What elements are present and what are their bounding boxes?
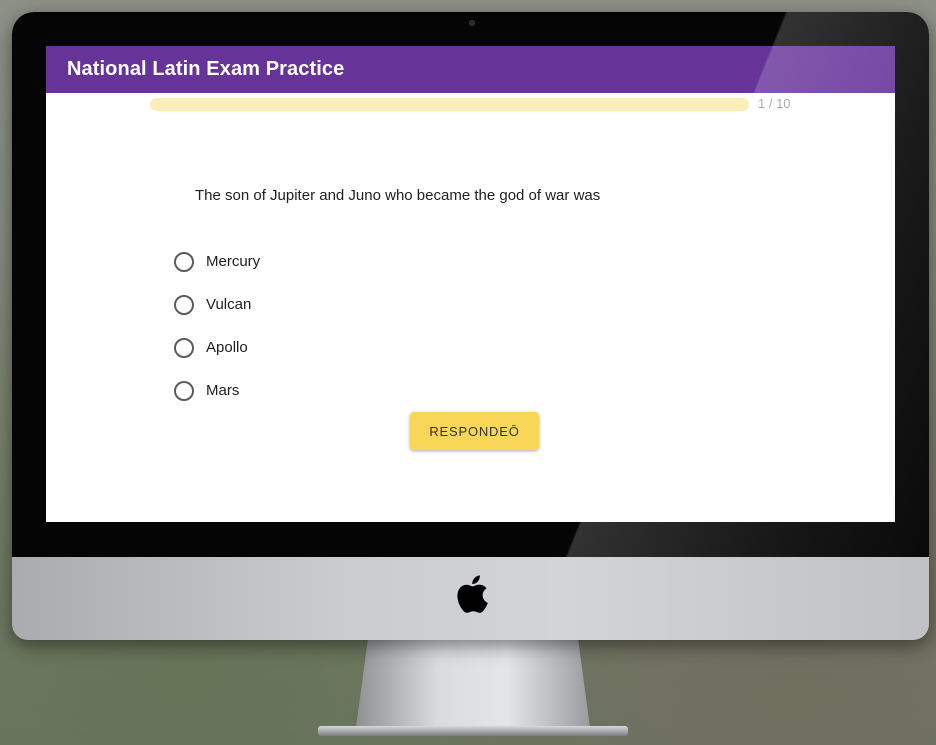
app-title: National Latin Exam Practice — [67, 58, 345, 80]
option-label: Mercury — [206, 253, 261, 270]
radio-icon[interactable] — [174, 251, 194, 272]
submit-answer-button[interactable]: RESPONDEŌ — [410, 412, 539, 450]
option-label: Vulcan — [206, 296, 252, 313]
app-screen: National Latin Exam Practice 1 / 10 The … — [46, 46, 895, 522]
option-vulcan[interactable]: Vulcan — [174, 283, 260, 326]
option-label: Mars — [206, 382, 240, 399]
option-apollo[interactable]: Apollo — [174, 326, 260, 369]
monitor-bezel: National Latin Exam Practice 1 / 10 The … — [12, 12, 929, 557]
progress-bar — [150, 98, 749, 111]
radio-icon[interactable] — [174, 337, 194, 358]
camera-icon — [469, 20, 475, 26]
option-label: Apollo — [206, 339, 248, 356]
progress-counter: 1 / 10 — [758, 96, 791, 111]
monitor: National Latin Exam Practice 1 / 10 The … — [12, 12, 929, 640]
question-text: The son of Jupiter and Juno who became t… — [195, 187, 601, 204]
radio-icon[interactable] — [174, 380, 194, 401]
answer-options: Mercury Vulcan Apollo Mars — [174, 240, 260, 412]
radio-icon[interactable] — [174, 294, 194, 315]
option-mars[interactable]: Mars — [174, 369, 260, 412]
app-header: National Latin Exam Practice — [46, 46, 895, 93]
apple-logo-icon — [457, 575, 488, 613]
option-mercury[interactable]: Mercury — [174, 240, 260, 283]
